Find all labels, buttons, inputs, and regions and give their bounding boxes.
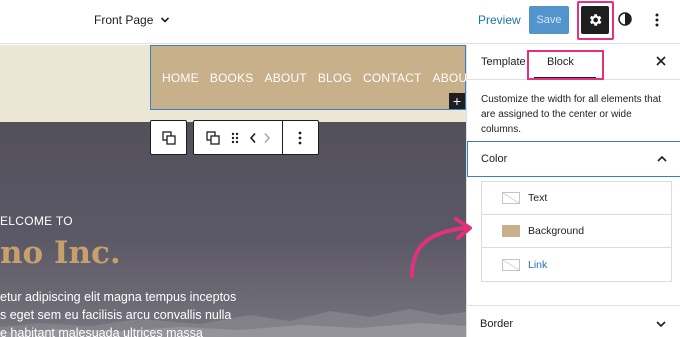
- half-circle-contrast-icon: [618, 12, 632, 26]
- chevron-right-icon: [264, 132, 271, 143]
- more-options-button[interactable]: [651, 11, 663, 29]
- settings-sidebar: Template Block Customize the width for a…: [466, 45, 680, 337]
- nav-item-home[interactable]: HOME: [162, 71, 199, 85]
- move-left-button[interactable]: [246, 121, 260, 154]
- block-description: Customize the width for all elements tha…: [481, 94, 662, 135]
- color-item-label: Background: [528, 225, 585, 237]
- navigation-block-icon: [206, 130, 220, 145]
- block-type-button[interactable]: [202, 121, 224, 154]
- hero-heading: no Inc.: [0, 235, 121, 271]
- preview-button[interactable]: Preview: [478, 13, 521, 27]
- tab-template[interactable]: Template: [481, 56, 526, 68]
- settings-highlight-box: [577, 1, 614, 40]
- document-title-dropdown[interactable]: Front Page: [94, 13, 170, 27]
- color-swatch-empty: [502, 258, 520, 271]
- border-panel-title: Border: [480, 318, 514, 330]
- hero-paragraph-line-1: etur adipiscing elit magna tempus incept…: [0, 290, 237, 304]
- color-swatch-empty: [502, 192, 520, 204]
- document-title: Front Page: [94, 13, 154, 27]
- block-parent-icon: [161, 130, 176, 145]
- block-options-button[interactable]: [290, 121, 310, 154]
- chevron-down-icon: [656, 321, 666, 328]
- select-parent-button[interactable]: [150, 120, 187, 155]
- color-item-text[interactable]: Text: [482, 182, 671, 215]
- annotation-arrow: [410, 217, 472, 278]
- chevron-up-icon: [657, 155, 667, 162]
- color-item-label: Link: [528, 258, 548, 271]
- color-panel-title: Color: [481, 153, 508, 165]
- nav-item-about[interactable]: ABOUT: [265, 71, 307, 85]
- color-item-background[interactable]: Background: [482, 215, 671, 248]
- chevron-down-icon: [161, 17, 170, 23]
- nav-item-contact[interactable]: CONTACT: [363, 71, 422, 85]
- color-settings-list: Text Background Link: [481, 181, 672, 282]
- vertical-ellipsis-icon: [298, 131, 302, 144]
- navigation-block[interactable]: HOME BOOKS ABOUT BLOG CONTACT ABOUT: [150, 45, 466, 110]
- color-panel-toggle[interactable]: Color: [467, 141, 680, 177]
- nav-item-about-2[interactable]: ABOUT: [433, 71, 466, 85]
- hero-paragraph-line-2: s eget sem eu facilisis arcu convallis n…: [0, 308, 232, 322]
- editor-canvas: HOME BOOKS ABOUT BLOG CONTACT ABOUT + EL…: [0, 45, 466, 337]
- styles-button[interactable]: [617, 11, 633, 27]
- move-right-button[interactable]: [260, 121, 274, 154]
- nav-item-blog[interactable]: BLOG: [318, 71, 352, 85]
- block-tab-highlight-box: [527, 50, 604, 80]
- block-toolbar: [193, 120, 319, 155]
- color-item-link[interactable]: Link: [482, 248, 671, 281]
- vertical-ellipsis-icon: [655, 13, 659, 27]
- add-block-button[interactable]: +: [449, 93, 465, 109]
- nav-item-books[interactable]: BOOKS: [210, 71, 254, 85]
- chevron-left-icon: [249, 132, 256, 143]
- color-item-label: Text: [528, 192, 548, 204]
- drag-handle[interactable]: [228, 121, 242, 154]
- border-panel-toggle[interactable]: Border: [467, 305, 680, 337]
- editor-topbar: Front Page Preview Save: [0, 0, 680, 44]
- save-button[interactable]: Save: [529, 6, 569, 34]
- drag-handle-icon: [231, 132, 239, 143]
- hero-welcome-text: ELCOME TO: [0, 214, 73, 228]
- color-swatch-background: [502, 225, 520, 237]
- toolbar-divider: [282, 121, 283, 154]
- close-icon[interactable]: [655, 55, 667, 67]
- sidebar-tabs: Template Block: [467, 45, 680, 80]
- hero-paragraph-line-3: e habitant malesuada ultrices massa: [0, 326, 203, 337]
